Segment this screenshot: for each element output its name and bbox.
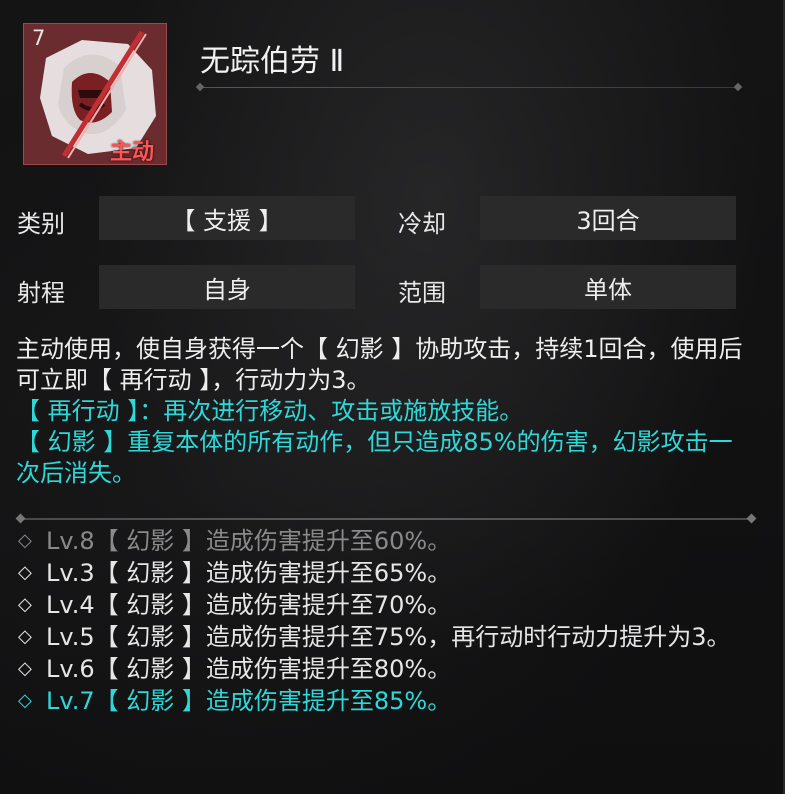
level-text: Lv.7【 幻影 】造成伤害提升至85%。: [46, 687, 452, 715]
level-upgrade-list: ◇ Lv.8【 幻影 】造成伤害提升至60%。 ◇ Lv.3【 幻影 】造成伤害…: [18, 525, 758, 717]
range-label: 射程: [17, 279, 65, 307]
description-main: 主动使用，使自身获得一个【 幻影 】协助攻击，持续1回合，使用后可立即【 再行动…: [16, 335, 743, 394]
level-text: Lv.3【 幻影 】造成伤害提升至65%。: [46, 559, 452, 587]
list-item: ◇ Lv.8【 幻影 】造成伤害提升至60%。: [18, 525, 758, 557]
skill-type-badge: 主动: [110, 140, 155, 165]
diamond-bullet-icon: ◇: [18, 690, 32, 711]
diamond-bullet-icon: ◇: [18, 594, 32, 615]
list-item: ◇ Lv.3【 幻影 】造成伤害提升至65%。: [18, 557, 758, 589]
diamond-bullet-icon: ◇: [18, 626, 32, 647]
title-divider: [195, 82, 743, 92]
skill-title: 无踪伯劳 Ⅱ: [200, 44, 345, 79]
list-item: ◇ Lv.5【 幻影 】造成伤害提升至75%，再行动时行动力提升为3。: [18, 621, 758, 653]
category-label: 类别: [17, 210, 65, 238]
list-item: ◇ Lv.7【 幻影 】造成伤害提升至85%。: [18, 685, 758, 717]
cooldown-label: 冷却: [398, 210, 446, 238]
skill-level-badge: 7: [32, 26, 46, 50]
area-label: 范围: [398, 279, 446, 307]
level-text: Lv.4【 幻影 】造成伤害提升至70%。: [46, 591, 452, 619]
diamond-bullet-icon: ◇: [18, 562, 32, 583]
level-text: Lv.6【 幻影 】造成伤害提升至80%。: [46, 655, 452, 683]
category-value: 【 支援 】: [99, 196, 355, 240]
level-text: Lv.5【 幻影 】造成伤害提升至75%，再行动时行动力提升为3。: [46, 623, 731, 651]
description-reaction: 【 再行动 】：再次进行移动、攻击或施放技能。: [16, 397, 524, 425]
level-text: Lv.8【 幻影 】造成伤害提升至60%。: [46, 527, 452, 555]
list-item: ◇ Lv.4【 幻影 】造成伤害提升至70%。: [18, 589, 758, 621]
diamond-bullet-icon: ◇: [18, 530, 32, 551]
section-divider: [15, 513, 757, 524]
list-item: ◇ Lv.6【 幻影 】造成伤害提升至80%。: [18, 653, 758, 685]
area-value: 单体: [480, 265, 736, 309]
skill-tooltip-panel: 7 主动 无踪伯劳 Ⅱ 类别 【 支援 】 冷却 3回合 射程 自身 范围 单体…: [0, 0, 785, 794]
range-value: 自身: [99, 265, 355, 309]
diamond-bullet-icon: ◇: [18, 658, 32, 679]
skill-description: 主动使用，使自身获得一个【 幻影 】协助攻击，持续1回合，使用后可立即【 再行动…: [16, 334, 756, 489]
cooldown-value: 3回合: [480, 196, 736, 240]
description-phantom: 【 幻影 】重复本体的所有动作，但只造成85%的伤害，幻影攻击一次后消失。: [16, 428, 733, 487]
